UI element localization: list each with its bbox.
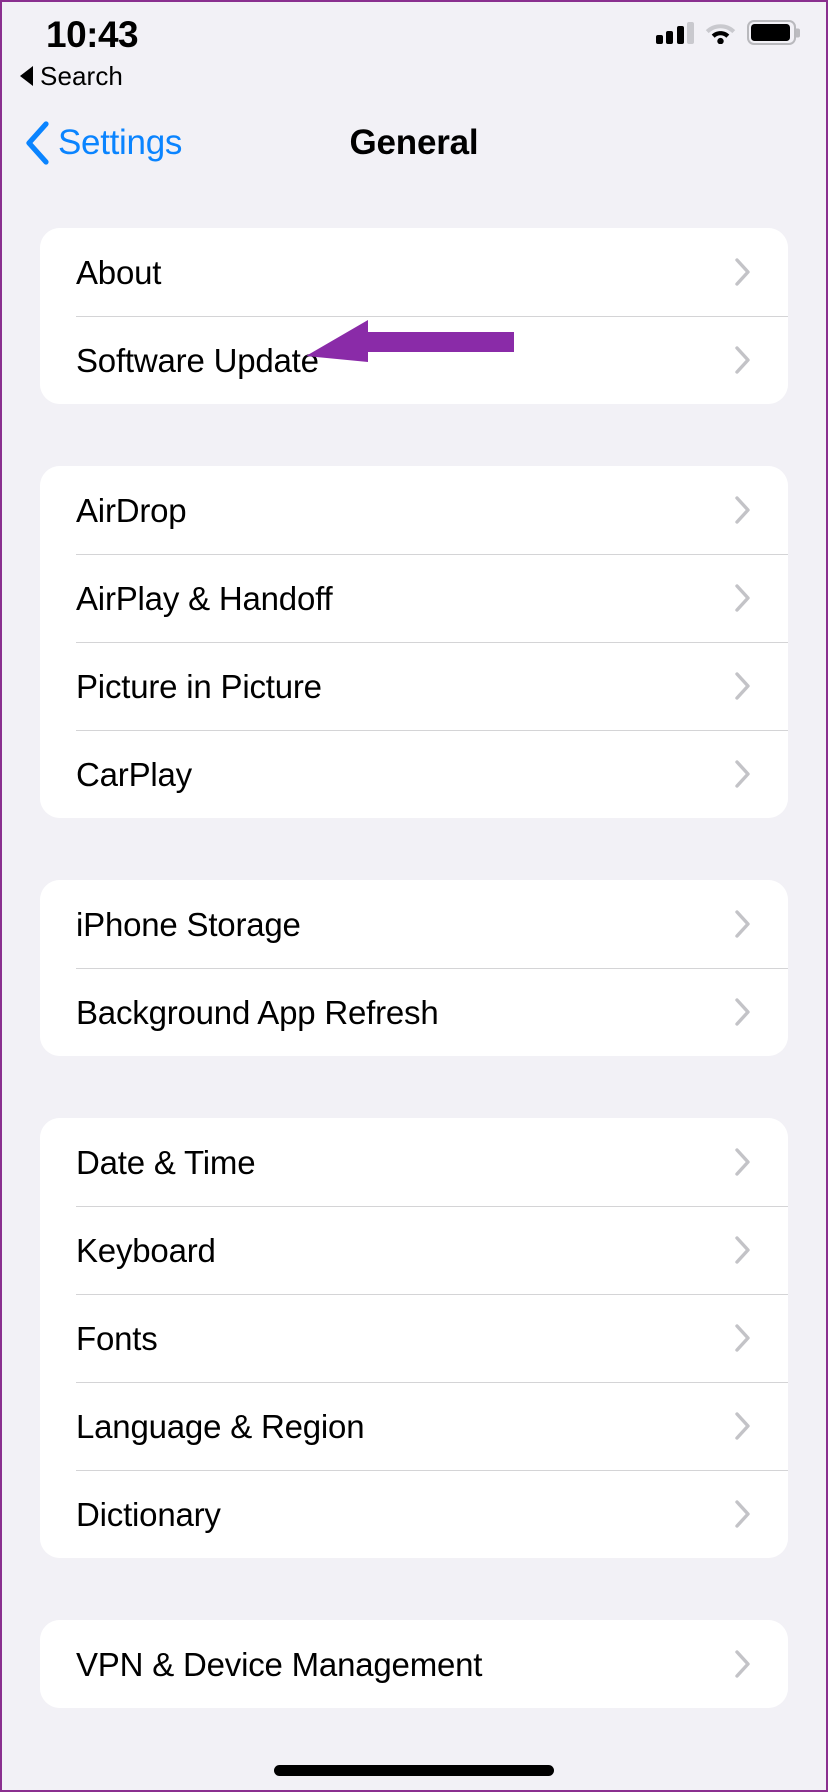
- chevron-right-icon: [735, 1148, 750, 1176]
- wifi-icon: [705, 24, 736, 44]
- settings-row-label: Language & Region: [76, 1407, 365, 1445]
- settings-row-about[interactable]: About: [40, 228, 788, 316]
- settings-row-label: AirDrop: [76, 491, 187, 529]
- settings-row-label: Picture in Picture: [76, 667, 322, 705]
- chevron-right-icon: [735, 1236, 750, 1264]
- chevron-right-icon: [735, 672, 750, 700]
- settings-row-airplay-handoff[interactable]: AirPlay & Handoff: [40, 554, 788, 642]
- chevron-right-icon: [735, 496, 750, 524]
- chevron-right-icon: [735, 346, 750, 374]
- settings-row-label: Software Update: [76, 341, 319, 379]
- settings-list: About Software Update AirDrop AirPlay & …: [2, 228, 826, 1708]
- settings-row-language-region[interactable]: Language & Region: [40, 1382, 788, 1470]
- chevron-right-icon: [735, 584, 750, 612]
- status-bar-icons: [655, 12, 796, 45]
- cellular-signal-icon: [655, 21, 694, 44]
- chevron-right-icon: [735, 1500, 750, 1528]
- settings-group: iPhone Storage Background App Refresh: [40, 880, 788, 1056]
- back-button[interactable]: Settings: [2, 121, 182, 165]
- back-to-search-label: Search: [40, 60, 123, 91]
- settings-row-airdrop[interactable]: AirDrop: [40, 466, 788, 554]
- settings-row-iphone-storage[interactable]: iPhone Storage: [40, 880, 788, 968]
- settings-group: AirDrop AirPlay & Handoff Picture in Pic…: [40, 466, 788, 818]
- settings-row-label: AirPlay & Handoff: [76, 579, 333, 617]
- settings-row-label: Dictionary: [76, 1495, 221, 1533]
- settings-row-label: Date & Time: [76, 1143, 256, 1181]
- status-bar-time: 10:43: [46, 14, 139, 55]
- settings-group: VPN & Device Management: [40, 1620, 788, 1708]
- chevron-right-icon: [735, 258, 750, 286]
- settings-row-dictionary[interactable]: Dictionary: [40, 1470, 788, 1558]
- chevron-right-icon: [735, 910, 750, 938]
- settings-row-label: iPhone Storage: [76, 905, 301, 943]
- settings-row-keyboard[interactable]: Keyboard: [40, 1206, 788, 1294]
- back-button-label: Settings: [58, 123, 183, 162]
- settings-group: About Software Update: [40, 228, 788, 404]
- settings-row-label: CarPlay: [76, 755, 192, 793]
- chevron-left-icon: [26, 121, 49, 165]
- back-to-search-link[interactable]: Search: [2, 56, 826, 96]
- chevron-right-icon: [735, 1650, 750, 1678]
- back-triangle-icon: [20, 66, 33, 86]
- settings-row-carplay[interactable]: CarPlay: [40, 730, 788, 818]
- chevron-right-icon: [735, 1412, 750, 1440]
- settings-group: Date & Time Keyboard Fonts Language & Re…: [40, 1118, 788, 1558]
- chevron-right-icon: [735, 760, 750, 788]
- settings-row-vpn-device-management[interactable]: VPN & Device Management: [40, 1620, 788, 1708]
- navigation-bar: Settings General: [2, 106, 826, 180]
- settings-row-label: About: [76, 253, 162, 291]
- settings-row-label: Fonts: [76, 1319, 158, 1357]
- chevron-right-icon: [735, 998, 750, 1026]
- settings-row-date-time[interactable]: Date & Time: [40, 1118, 788, 1206]
- settings-row-label: Background App Refresh: [76, 993, 439, 1031]
- chevron-right-icon: [735, 1324, 750, 1352]
- status-bar: 10:43: [2, 2, 826, 60]
- settings-row-fonts[interactable]: Fonts: [40, 1294, 788, 1382]
- settings-row-picture-in-picture[interactable]: Picture in Picture: [40, 642, 788, 730]
- home-indicator: [274, 1765, 554, 1776]
- battery-icon: [747, 20, 796, 45]
- settings-row-software-update[interactable]: Software Update: [40, 316, 788, 404]
- battery-fill: [751, 24, 791, 41]
- settings-row-label: Keyboard: [76, 1231, 216, 1269]
- settings-row-background-app-refresh[interactable]: Background App Refresh: [40, 968, 788, 1056]
- settings-row-label: VPN & Device Management: [76, 1645, 483, 1683]
